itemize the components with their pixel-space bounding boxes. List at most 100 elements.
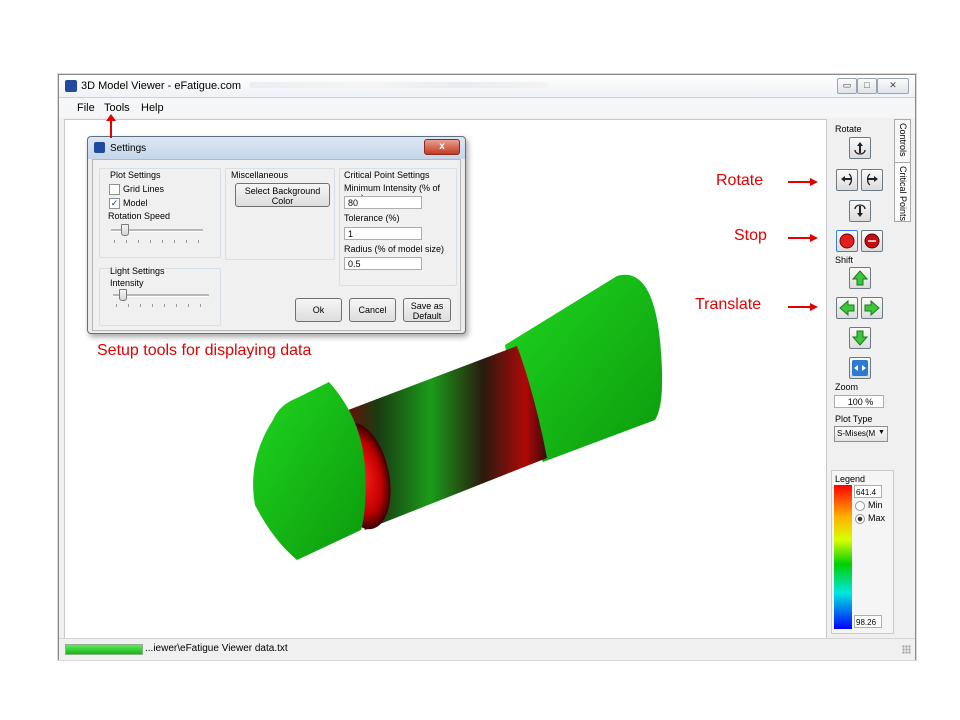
select-background-color-button[interactable]: Select Background Color — [235, 183, 330, 207]
stop-icon — [839, 233, 855, 249]
rotation-speed-slider[interactable] — [120, 224, 129, 236]
zoom-field[interactable]: 100 % — [834, 395, 884, 408]
arrow-right-icon — [864, 299, 880, 317]
arrow-up-icon — [851, 270, 869, 286]
grid-lines-checkbox[interactable] — [109, 184, 120, 195]
intensity-label: Intensity — [110, 278, 144, 288]
min-intensity-field[interactable]: 80 — [344, 196, 422, 209]
legend-min-value: 98.26 — [854, 615, 882, 628]
radio-max[interactable] — [855, 514, 865, 524]
tab-controls[interactable]: Controls — [894, 119, 911, 163]
rotate-right-icon — [867, 173, 878, 186]
rotate-down-button[interactable] — [849, 200, 871, 222]
center-button[interactable] — [849, 357, 871, 379]
reset-icon — [864, 233, 880, 249]
shift-down-button[interactable] — [849, 327, 871, 349]
app-icon — [65, 80, 77, 92]
shift-up-button[interactable] — [849, 267, 871, 289]
center-icon — [852, 360, 868, 376]
tolerance-field[interactable]: 1 — [344, 227, 422, 240]
plot-type-label: Plot Type — [835, 414, 873, 424]
model-label: Model — [123, 198, 148, 208]
rotate-arrow-head — [810, 178, 818, 186]
translate-annotation: Translate — [695, 296, 762, 313]
rotation-speed-ticks — [114, 240, 206, 243]
radio-max-label: Max — [868, 513, 886, 523]
rotation-speed-label: Rotation Speed — [108, 211, 171, 221]
menu-bar — [59, 98, 915, 118]
misc-group — [225, 168, 335, 260]
shift-label: Shift — [835, 255, 854, 265]
title-bar[interactable]: 3D Model Viewer - eFatigue.com ▭ □ ✕ — [59, 75, 915, 98]
tab-critical-points[interactable]: Critical Points — [894, 162, 911, 222]
tools-arrow-line — [110, 118, 112, 138]
critical-point-title: Critical Point Settings — [344, 170, 430, 180]
stop-button[interactable] — [836, 230, 858, 252]
dialog-body: Plot Settings Grid Lines ✓ Model Rotatio… — [92, 159, 461, 331]
radio-min[interactable] — [855, 501, 865, 511]
setup-annotation: Setup tools for displaying data — [97, 342, 312, 359]
dialog-app-icon — [94, 142, 105, 153]
rotate-down-icon — [854, 204, 866, 217]
shift-right-button[interactable] — [861, 297, 883, 319]
reset-button[interactable] — [861, 230, 883, 252]
status-bar: ...iewer\eFatigue Viewer data.txt — [59, 638, 915, 660]
progress-fill — [66, 645, 142, 654]
dialog-close-button[interactable]: x — [424, 139, 460, 155]
grid-lines-label: Grid Lines — [123, 184, 165, 194]
progress-bar — [65, 644, 143, 655]
menu-help[interactable]: Help — [141, 102, 164, 114]
rotate-annotation: Rotate — [716, 172, 764, 189]
close-button[interactable]: ✕ — [877, 78, 909, 94]
ok-button[interactable]: Ok — [295, 298, 342, 322]
resize-grip[interactable] — [902, 645, 911, 654]
plot-type-select[interactable]: S-Mises(M ▼ — [834, 426, 888, 442]
intensity-track — [113, 294, 209, 297]
rotate-right-button[interactable] — [861, 169, 883, 191]
cancel-button[interactable]: Cancel — [349, 298, 396, 322]
radio-min-label: Min — [868, 500, 883, 510]
dialog-title-bar[interactable]: Settings — [88, 137, 465, 159]
rotate-left-button[interactable] — [836, 169, 858, 191]
minimize-button[interactable]: ▭ — [837, 78, 857, 94]
menu-tools[interactable]: Tools — [104, 102, 130, 114]
zoom-label: Zoom — [835, 382, 859, 392]
checkmark-icon: ✓ — [110, 198, 119, 208]
model-checkbox[interactable]: ✓ — [109, 198, 120, 209]
legend-color-bar — [834, 485, 852, 629]
radius-field[interactable]: 0.5 — [344, 257, 422, 270]
rotate-label: Rotate — [835, 124, 862, 134]
blurred-background-title — [249, 82, 549, 88]
shift-left-button[interactable] — [836, 297, 858, 319]
window-title: 3D Model Viewer - eFatigue.com — [81, 80, 241, 92]
rotate-arrow-line — [788, 181, 812, 183]
settings-dialog: Settings x Plot Settings Grid Lines ✓ Mo… — [87, 136, 466, 334]
rotate-up-button[interactable] — [849, 137, 871, 159]
tools-arrow-head — [106, 114, 116, 121]
menu-file[interactable]: File — [77, 102, 95, 114]
status-file-path: ...iewer\eFatigue Viewer data.txt — [145, 643, 288, 654]
arrow-down-icon — [851, 330, 869, 346]
translate-arrow-line — [788, 306, 812, 308]
plot-settings-title: Plot Settings — [110, 170, 161, 180]
tube-left-section — [253, 382, 366, 560]
legend-box: Legend 641.4 Min Max 98.26 — [831, 470, 894, 634]
intensity-ticks — [116, 304, 210, 307]
rotate-up-icon — [854, 142, 866, 155]
arrow-left-icon — [839, 299, 855, 317]
tolerance-label: Tolerance (%) — [344, 213, 400, 223]
radius-label: Radius (% of model size) — [344, 244, 445, 254]
dialog-title: Settings — [110, 143, 147, 154]
maximize-button[interactable]: □ — [857, 78, 877, 94]
plot-type-value: S-Mises(M — [837, 429, 876, 438]
intensity-slider[interactable] — [118, 289, 127, 301]
save-as-default-button[interactable]: Save as Default — [403, 298, 451, 322]
stop-arrow-line — [788, 237, 812, 239]
stop-arrow-head — [810, 234, 818, 242]
tab-controls-label: Controls — [898, 123, 908, 157]
legend-max-value: 641.4 — [854, 485, 882, 498]
controls-panel: Rotate Shift Zoom 100 % Plot Type S-Mise… — [830, 119, 894, 640]
chevron-down-icon: ▼ — [878, 429, 885, 436]
stop-annotation: Stop — [734, 227, 767, 244]
misc-title: Miscellaneous — [231, 170, 289, 180]
